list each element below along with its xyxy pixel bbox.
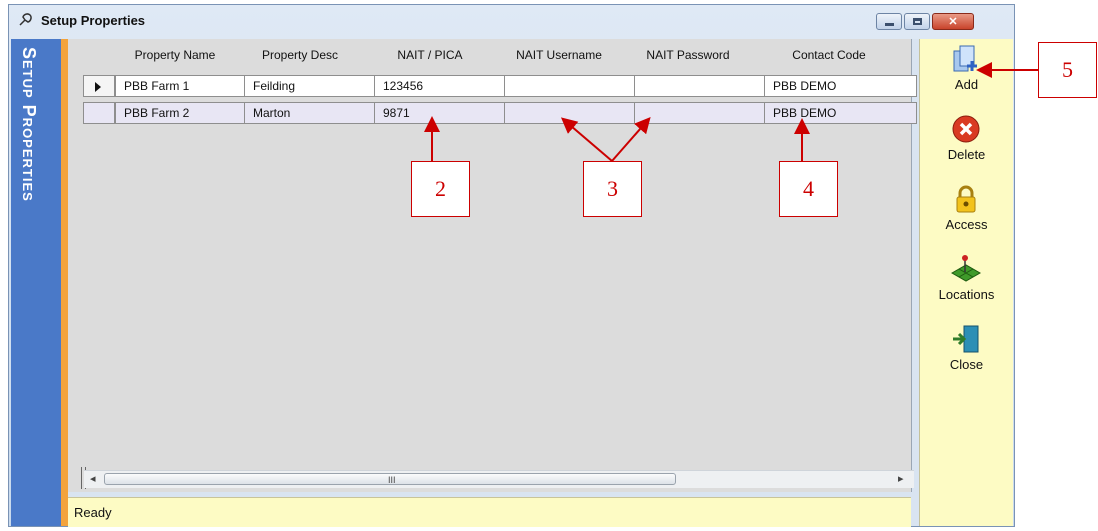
annotation-callout-5: 5 [1038,42,1097,98]
cell-nait-username[interactable] [505,75,635,97]
sidebar-label: Setup Properties [19,47,39,202]
annotation-callout-2: 2 [411,161,470,217]
delete-button[interactable]: Delete [920,109,1013,173]
status-text: Ready [74,505,112,520]
delete-icon [950,113,982,145]
cell-property-desc[interactable]: Marton [245,102,375,124]
minimize-button[interactable] [876,13,902,30]
row-selector[interactable] [83,75,115,97]
cell-property-name[interactable]: PBB Farm 2 [115,102,245,124]
close-x-icon: ✕ [948,16,958,28]
column-header-nait-password[interactable]: NAIT Password [623,45,753,65]
locations-button[interactable]: Locations [920,249,1013,313]
sidebar: Setup Properties [11,39,61,526]
column-header-property-name[interactable]: Property Name [115,45,235,65]
access-icon [950,183,982,215]
add-label: Add [954,77,979,92]
minimize-icon [877,14,901,29]
close-label: Close [949,357,984,372]
annotation-callout-3: 3 [583,161,642,217]
column-header-nait-pica[interactable]: NAIT / PICA [365,45,495,65]
access-label: Access [945,217,988,232]
cell-contact-code[interactable]: PBB DEMO [765,102,917,124]
accent-strip [61,39,68,526]
cell-nait-pica[interactable]: 9871 [375,102,505,124]
scrollbar-grip: III [388,475,396,485]
horizontal-scrollbar[interactable]: ◂ III ▸ [84,470,914,488]
column-header-contact-code[interactable]: Contact Code [753,45,905,65]
maximize-button[interactable] [904,13,930,30]
add-icon [950,43,982,75]
locations-icon [950,253,982,285]
action-toolbar: Add Delete Access Locations Close [919,39,1013,526]
cell-nait-password[interactable] [635,102,765,124]
cell-nait-username[interactable] [505,102,635,124]
column-header-nait-username[interactable]: NAIT Username [495,45,623,65]
pin-icon [17,12,33,28]
delete-label: Delete [947,147,986,162]
row-selector[interactable] [83,102,115,124]
cell-contact-code[interactable]: PBB DEMO [765,75,917,97]
column-header-property-desc[interactable]: Property Desc [235,45,365,65]
cell-nait-pica[interactable]: 123456 [375,75,505,97]
close-window-button[interactable]: ✕ [932,13,974,30]
locations-label: Locations [938,287,995,302]
close-button[interactable]: Close [920,319,1013,383]
scroll-left-arrow-icon[interactable]: ◂ [90,471,96,488]
scrollbar-thumb[interactable]: III [104,473,676,485]
status-bar: Ready [68,497,911,527]
annotation-callout-4: 4 [779,161,838,217]
client-area: Setup Properties Property Name Property … [11,39,1013,527]
cell-nait-password[interactable] [635,75,765,97]
access-button[interactable]: Access [920,179,1013,243]
cell-property-desc[interactable]: Feilding [245,75,375,97]
title-bar: Setup Properties ✕ [9,5,1014,37]
properties-grid: Property Name Property Desc NAIT / PICA … [68,39,917,492]
setup-properties-window: Setup Properties ✕ Setup Properties Prop… [8,4,1015,527]
maximize-icon [905,14,929,29]
window-title: Setup Properties [41,13,146,28]
current-row-arrow-icon [95,82,101,92]
scroll-right-arrow-icon[interactable]: ▸ [898,471,904,488]
cell-property-name[interactable]: PBB Farm 1 [115,75,245,97]
close-door-icon [950,323,982,355]
add-button[interactable]: Add [920,39,1013,103]
